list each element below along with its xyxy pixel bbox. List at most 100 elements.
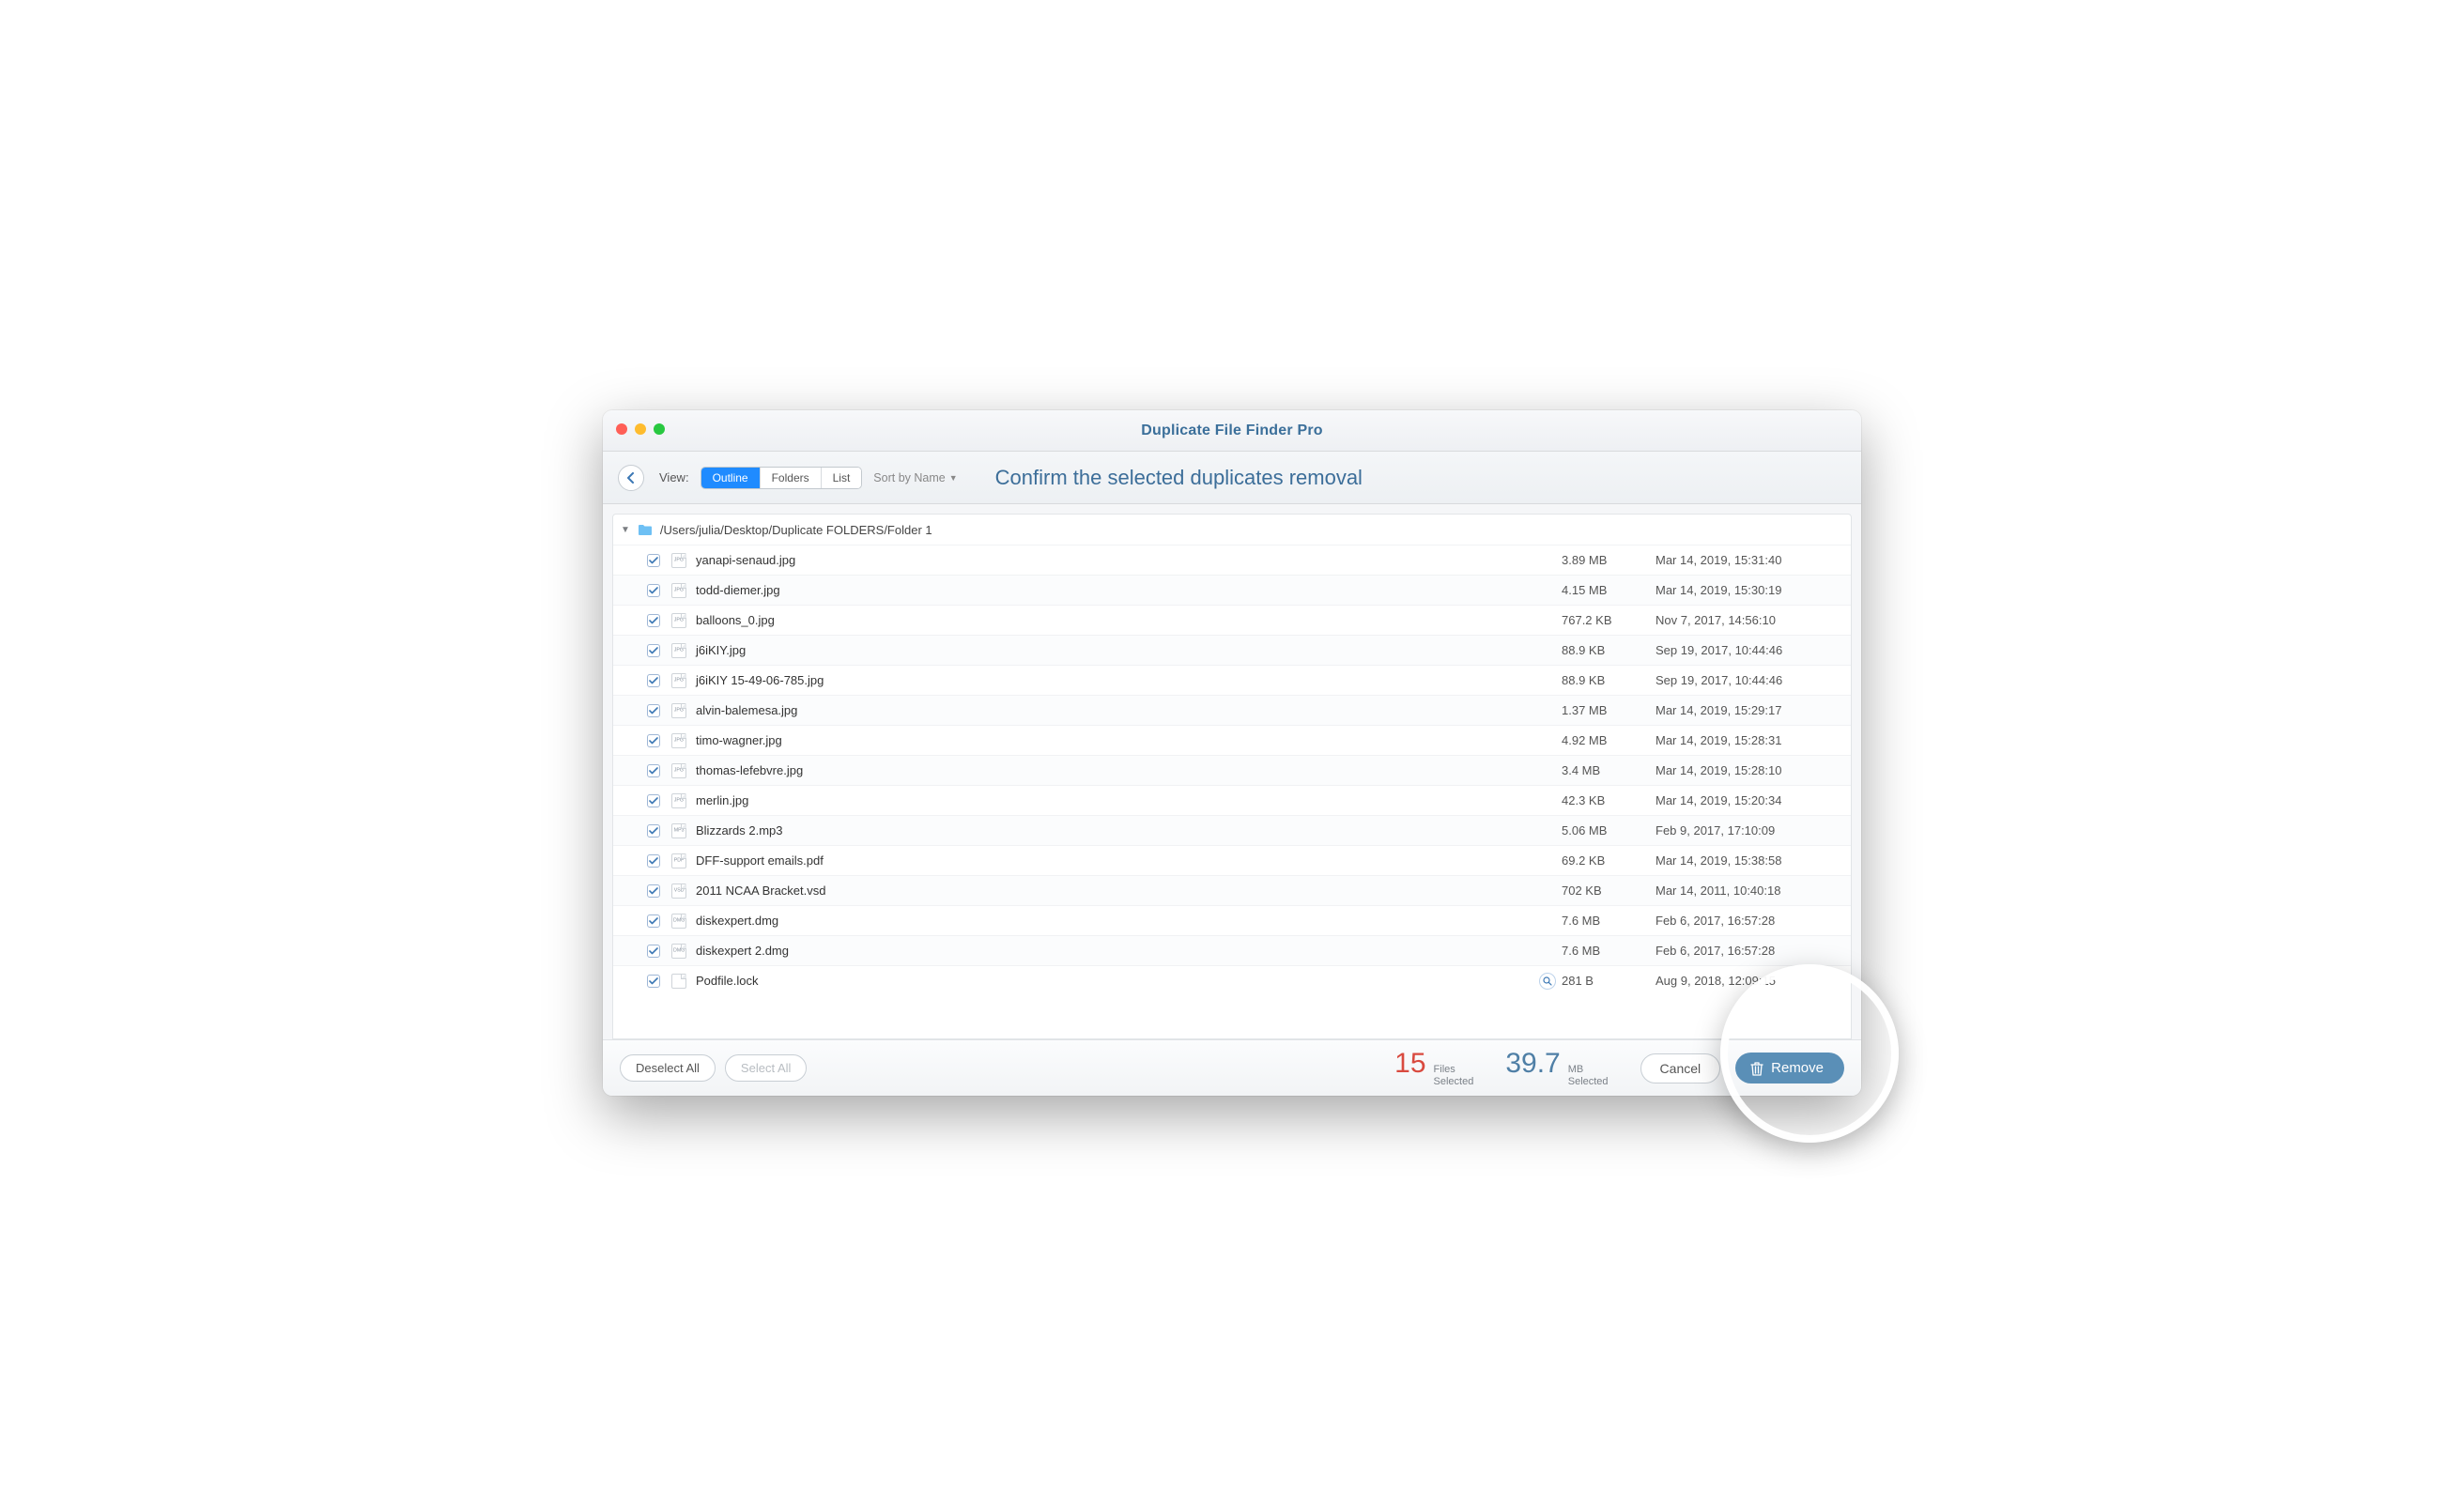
file-size: 5.06 MB	[1562, 823, 1656, 838]
files-selected-stat: 15 FilesSelected	[1394, 1048, 1473, 1087]
file-type-icon	[671, 853, 686, 868]
file-name: j6iKIY.jpg	[696, 643, 1562, 657]
checkmark-icon	[649, 557, 658, 564]
row-checkbox[interactable]	[647, 734, 660, 747]
file-type-icon	[671, 914, 686, 929]
footer: Deselect All Select All 15 FilesSelected…	[603, 1039, 1861, 1096]
file-row[interactable]: yanapi-senaud.jpg3.89 MBMar 14, 2019, 15…	[613, 545, 1851, 575]
file-name: alvin-balemesa.jpg	[696, 703, 1562, 717]
file-size: 88.9 KB	[1562, 673, 1656, 687]
file-type-icon	[671, 553, 686, 568]
row-checkbox[interactable]	[647, 674, 660, 687]
file-size: 767.2 KB	[1562, 613, 1656, 627]
file-row[interactable]: merlin.jpg42.3 KBMar 14, 2019, 15:20:34	[613, 785, 1851, 815]
file-size: 1.37 MB	[1562, 703, 1656, 717]
checkmark-icon	[649, 797, 658, 805]
row-checkbox[interactable]	[647, 914, 660, 928]
checkmark-icon	[649, 917, 658, 925]
file-row[interactable]: diskexpert 2.dmg7.6 MBFeb 6, 2017, 16:57…	[613, 935, 1851, 965]
row-checkbox[interactable]	[647, 584, 660, 597]
minimize-window-button[interactable]	[635, 423, 646, 435]
close-window-button[interactable]	[616, 423, 627, 435]
app-window: Duplicate File Finder Pro View: Outline …	[603, 410, 1861, 1096]
disclosure-triangle-icon[interactable]: ▼	[621, 525, 630, 535]
file-name: todd-diemer.jpg	[696, 583, 1562, 597]
file-name: yanapi-senaud.jpg	[696, 553, 1562, 567]
sort-dropdown[interactable]: Sort by Name ▼	[873, 471, 957, 484]
file-type-icon	[671, 823, 686, 838]
row-checkbox[interactable]	[647, 854, 660, 868]
file-row[interactable]: j6iKIY.jpg88.9 KBSep 19, 2017, 10:44:46	[613, 635, 1851, 665]
file-size: 42.3 KB	[1562, 793, 1656, 807]
row-checkbox[interactable]	[647, 704, 660, 717]
file-name: Podfile.lock	[696, 974, 1539, 988]
folder-row[interactable]: ▼ /Users/julia/Desktop/Duplicate FOLDERS…	[613, 515, 1851, 545]
remove-button-label: Remove	[1771, 1060, 1824, 1076]
checkmark-icon	[649, 827, 658, 835]
file-date: Feb 6, 2017, 16:57:28	[1656, 914, 1843, 928]
file-row[interactable]: timo-wagner.jpg4.92 MBMar 14, 2019, 15:2…	[613, 725, 1851, 755]
file-size: 4.15 MB	[1562, 583, 1656, 597]
file-date: Sep 19, 2017, 10:44:46	[1656, 673, 1843, 687]
sort-label: Sort by Name	[873, 471, 945, 484]
file-type-icon	[671, 944, 686, 959]
fullscreen-window-button[interactable]	[654, 423, 665, 435]
remove-button[interactable]: Remove	[1735, 1053, 1844, 1083]
row-checkbox[interactable]	[647, 764, 660, 777]
view-outline-tab[interactable]: Outline	[701, 468, 761, 488]
deselect-all-button[interactable]: Deselect All	[620, 1054, 716, 1082]
file-row[interactable]: 2011 NCAA Bracket.vsd702 KBMar 14, 2011,…	[613, 875, 1851, 905]
file-size: 3.89 MB	[1562, 553, 1656, 567]
file-type-icon	[671, 613, 686, 628]
row-checkbox[interactable]	[647, 554, 660, 567]
file-name: j6iKIY 15-49-06-785.jpg	[696, 673, 1562, 687]
file-name: thomas-lefebvre.jpg	[696, 763, 1562, 777]
search-icon	[1543, 976, 1552, 986]
file-row[interactable]: DFF-support emails.pdf69.2 KBMar 14, 201…	[613, 845, 1851, 875]
file-row[interactable]: todd-diemer.jpg4.15 MBMar 14, 2019, 15:3…	[613, 575, 1851, 605]
file-row[interactable]: diskexpert.dmg7.6 MBFeb 6, 2017, 16:57:2…	[613, 905, 1851, 935]
file-row[interactable]: Podfile.lock 281 BAug 9, 2018, 12:09:15	[613, 965, 1851, 995]
file-row[interactable]: Blizzards 2.mp35.06 MBFeb 9, 2017, 17:10…	[613, 815, 1851, 845]
file-name: Blizzards 2.mp3	[696, 823, 1562, 838]
file-type-icon	[671, 884, 686, 899]
file-date: Mar 14, 2011, 10:40:18	[1656, 884, 1843, 898]
file-date: Mar 14, 2019, 15:30:19	[1656, 583, 1843, 597]
file-date: Sep 19, 2017, 10:44:46	[1656, 643, 1843, 657]
file-type-icon	[671, 583, 686, 598]
file-row[interactable]: thomas-lefebvre.jpg3.4 MBMar 14, 2019, 1…	[613, 755, 1851, 785]
checkmark-icon	[649, 767, 658, 775]
back-button[interactable]	[618, 465, 644, 491]
file-row[interactable]: j6iKIY 15-49-06-785.jpg88.9 KBSep 19, 20…	[613, 665, 1851, 695]
quicklook-button[interactable]	[1539, 973, 1556, 990]
file-date: Mar 14, 2019, 15:28:31	[1656, 733, 1843, 747]
file-type-icon	[671, 673, 686, 688]
file-size: 702 KB	[1562, 884, 1656, 898]
cancel-button[interactable]: Cancel	[1640, 1053, 1721, 1083]
row-checkbox[interactable]	[647, 884, 660, 898]
file-size: 7.6 MB	[1562, 944, 1656, 958]
row-checkbox[interactable]	[647, 614, 660, 627]
file-size: 281 B	[1562, 974, 1656, 988]
traffic-lights	[616, 423, 665, 435]
file-row[interactable]: alvin-balemesa.jpg1.37 MBMar 14, 2019, 1…	[613, 695, 1851, 725]
size-selected-stat: 39.7 MBSelected	[1505, 1048, 1608, 1087]
file-type-icon	[671, 733, 686, 748]
row-checkbox[interactable]	[647, 794, 660, 807]
row-checkbox[interactable]	[647, 644, 660, 657]
file-type-icon	[671, 643, 686, 658]
page-title: Confirm the selected duplicates removal	[995, 466, 1363, 490]
view-folders-tab[interactable]: Folders	[761, 468, 822, 488]
file-type-icon	[671, 974, 686, 989]
file-name: balloons_0.jpg	[696, 613, 1562, 627]
row-checkbox[interactable]	[647, 824, 660, 838]
row-checkbox[interactable]	[647, 945, 660, 958]
file-date: Aug 9, 2018, 12:09:15	[1656, 974, 1843, 988]
view-label: View:	[659, 470, 689, 484]
file-list[interactable]: ▼ /Users/julia/Desktop/Duplicate FOLDERS…	[612, 514, 1852, 1039]
select-all-button[interactable]: Select All	[725, 1054, 807, 1082]
view-list-tab[interactable]: List	[822, 468, 862, 488]
row-checkbox[interactable]	[647, 975, 660, 988]
folder-path: /Users/julia/Desktop/Duplicate FOLDERS/F…	[660, 523, 932, 537]
file-row[interactable]: balloons_0.jpg767.2 KBNov 7, 2017, 14:56…	[613, 605, 1851, 635]
